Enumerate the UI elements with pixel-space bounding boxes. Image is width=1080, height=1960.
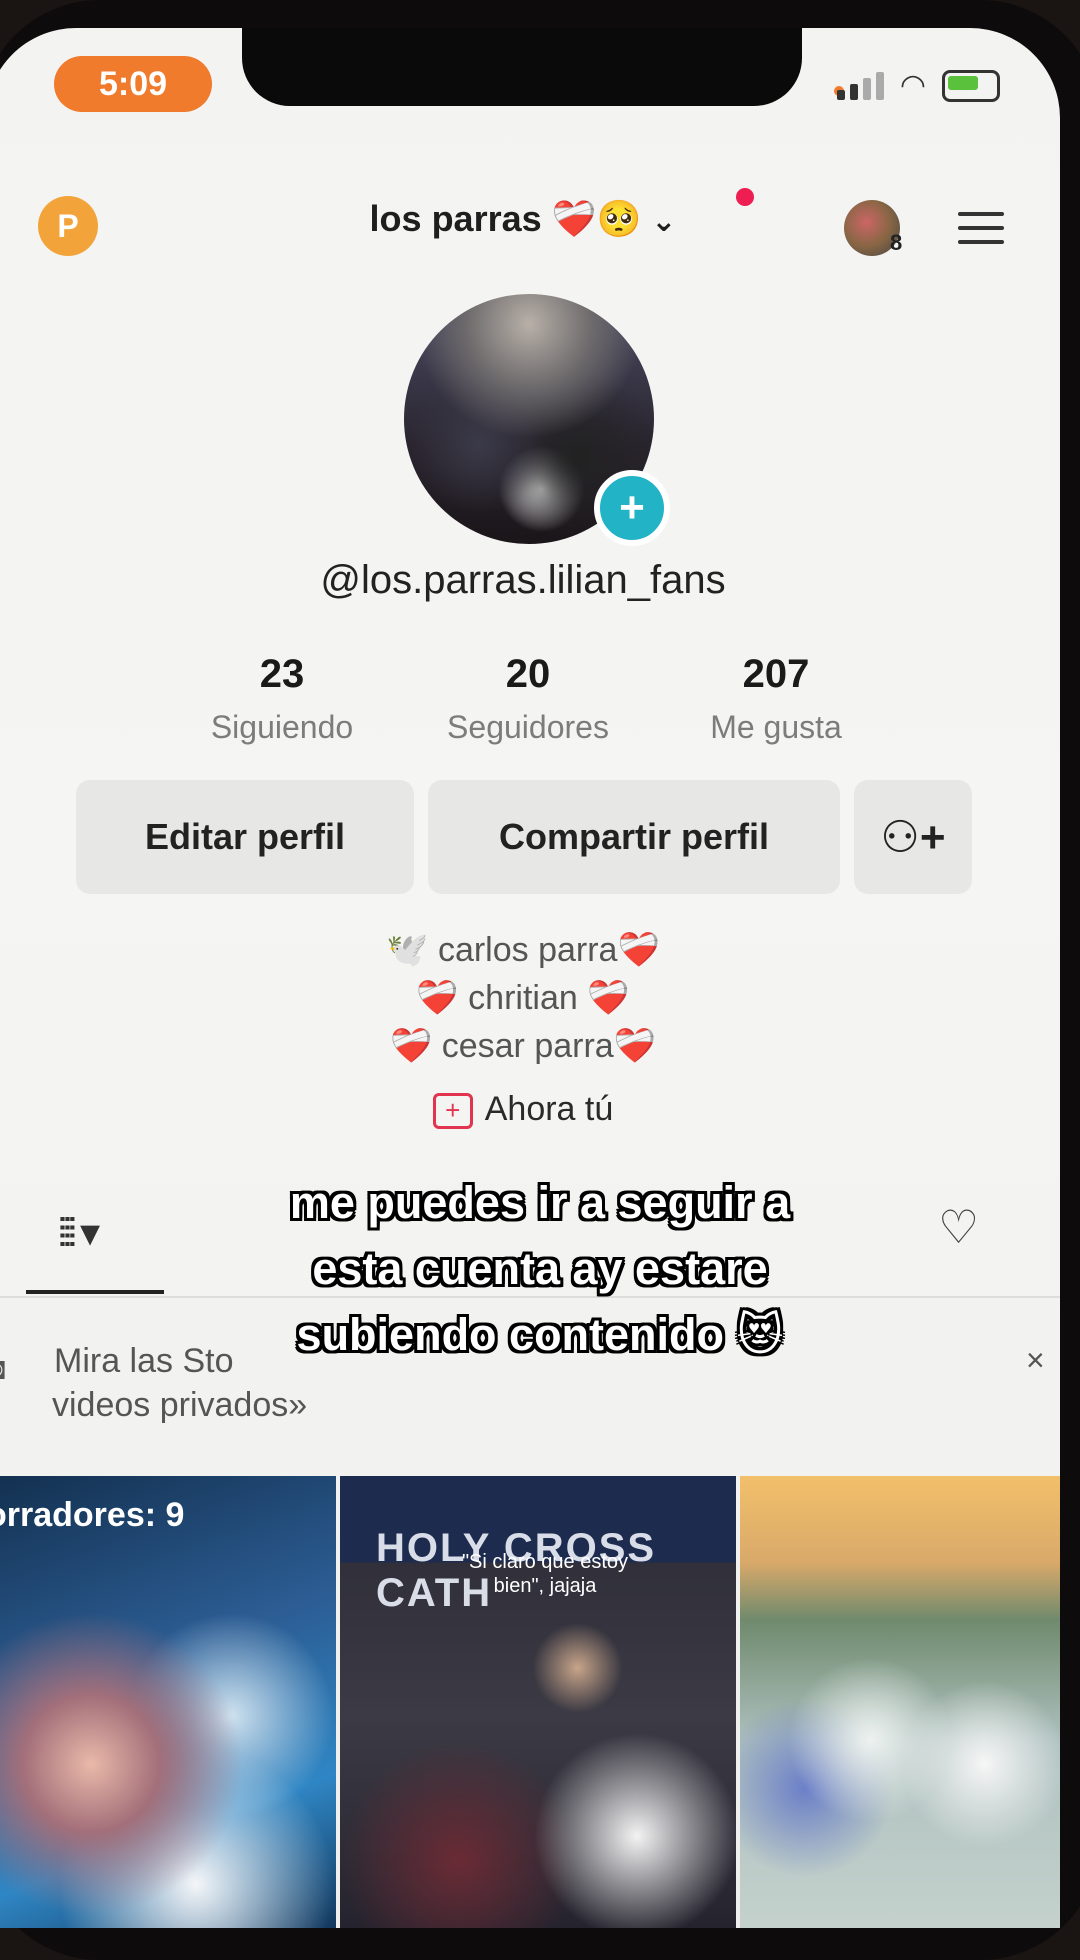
stat-label: Seguidores (447, 709, 609, 745)
notification-dot (736, 188, 754, 206)
bio: 🕊️ carlos parra❤️‍🩹 ❤️‍🩹 chritian ❤️‍🩹 ❤… (0, 926, 1060, 1070)
video-thumbnail[interactable]: HOLY CROSS CATH "Si claro que estoy bien… (340, 1476, 736, 1928)
drafts-label: orradores: 9 (0, 1496, 185, 1534)
status-icons: ◠ (836, 68, 1000, 103)
phone-frame: 5:09 ◠ P los parras ❤️‍🩹🥺 ⌄ 8 + @los.parr… (0, 0, 1080, 1960)
add-story-icon[interactable]: + (594, 470, 670, 546)
video-thumbnail[interactable] (740, 1476, 1060, 1928)
caption-line: esta cuenta ay estare (312, 1243, 768, 1294)
bio-line: ❤️‍🩹 cesar parra❤️‍🩹 (389, 1027, 657, 1065)
chevron-down-icon: ⌄ (651, 205, 677, 238)
stat-value: 207 (742, 652, 810, 696)
signal-icon (836, 71, 884, 100)
battery-icon (942, 69, 1000, 102)
menu-icon[interactable] (958, 212, 1004, 254)
add-bio-label: Ahora tú (484, 1090, 614, 1128)
stat-value: 20 (505, 652, 551, 696)
stat-likes[interactable]: 207 Me gusta (666, 652, 886, 746)
stat-label: Siguiendo (210, 709, 354, 745)
share-profile-button[interactable]: Compartir perfil (428, 780, 840, 894)
stat-label: Me gusta (710, 709, 842, 745)
caption-line: subiendo contenido 😻 (296, 1309, 784, 1360)
friends-count: 8 (890, 230, 903, 255)
page-title: los parras ❤️‍🩹🥺 (369, 198, 642, 239)
banner-text: videos privados» (52, 1386, 308, 1424)
wifi-icon: ◠ (899, 69, 926, 102)
status-time: 5:09 (54, 56, 212, 112)
stat-following[interactable]: 23 Siguiendo (172, 652, 392, 746)
add-user-icon: ⚇+ (880, 812, 946, 862)
caption-line: me puedes ir a seguir a (289, 1177, 791, 1228)
stat-value: 23 (259, 652, 305, 696)
plus-square-icon: + (432, 1093, 473, 1130)
username: @los.parras.lilian_fans (320, 558, 726, 602)
add-friend-button[interactable]: ⚇+ (854, 780, 972, 894)
video-caption-overlay: me puedes ir a seguir a esta cuenta ay e… (0, 1170, 1080, 1368)
add-bio-link[interactable]: + Ahora tú (0, 1090, 1060, 1130)
bio-line: 🕊️ carlos parra❤️‍🩹 (386, 931, 660, 969)
edit-profile-button[interactable]: Editar perfil (76, 780, 414, 894)
video-thumbnail[interactable]: orradores: 9 (0, 1476, 336, 1928)
stat-followers[interactable]: 20 Seguidores (418, 652, 638, 746)
notch (242, 28, 802, 106)
thumbnail-caption: "Si claro que estoy bien", jajaja (461, 1551, 629, 1597)
screen: 5:09 ◠ P los parras ❤️‍🩹🥺 ⌄ 8 + @los.parr… (0, 28, 1060, 1928)
bio-line: ❤️‍🩹 chritian ❤️‍🩹 (416, 979, 630, 1017)
